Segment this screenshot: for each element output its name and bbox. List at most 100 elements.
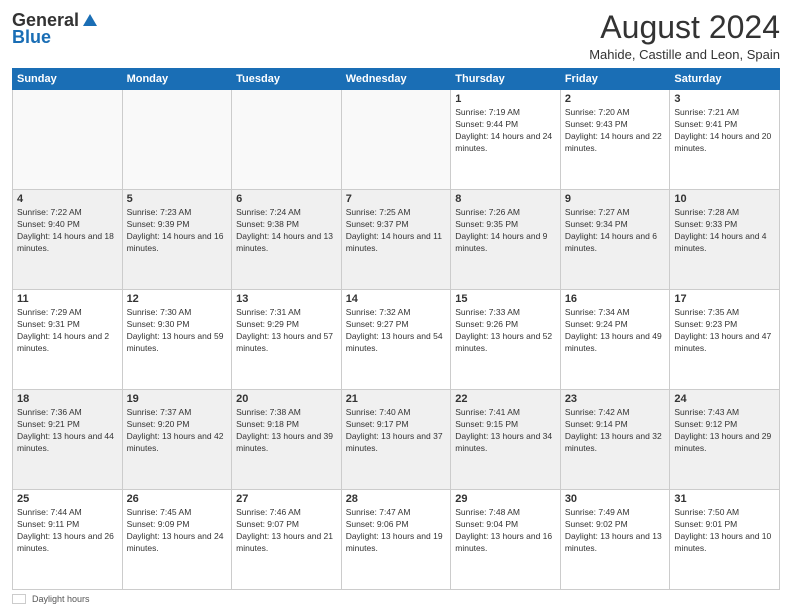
day-info: Sunrise: 7:31 AMSunset: 9:29 PMDaylight:… bbox=[236, 307, 337, 355]
logo: General Blue bbox=[12, 10, 99, 48]
day-header-wednesday: Wednesday bbox=[341, 69, 451, 90]
day-info: Sunrise: 7:50 AMSunset: 9:01 PMDaylight:… bbox=[674, 507, 775, 555]
day-number: 12 bbox=[127, 293, 228, 305]
calendar-cell: 18Sunrise: 7:36 AMSunset: 9:21 PMDayligh… bbox=[13, 390, 123, 490]
footer-box bbox=[12, 594, 26, 604]
day-number: 30 bbox=[565, 493, 666, 505]
day-info: Sunrise: 7:46 AMSunset: 9:07 PMDaylight:… bbox=[236, 507, 337, 555]
footer-label: Daylight hours bbox=[32, 594, 90, 604]
calendar-cell: 12 Sunrise: 7:30 AMSunset: 9:30 PMDayligh… bbox=[122, 290, 232, 390]
day-header-sunday: Sunday bbox=[13, 69, 123, 90]
day-info: Sunrise: 7:22 AMSunset: 9:40 PMDaylight:… bbox=[17, 207, 118, 255]
day-number: 26 bbox=[127, 493, 228, 505]
day-info: Sunrise: 7:23 AMSunset: 9:39 PMDaylight:… bbox=[127, 207, 228, 255]
calendar-cell: 4 Sunrise: 7:22 AMSunset: 9:40 PMDaylight… bbox=[13, 190, 123, 290]
month-title: August 2024 bbox=[589, 10, 780, 45]
day-number: 3 bbox=[674, 93, 775, 105]
calendar-cell: 22 Sunrise: 7:41 AMSunset: 9:15 PMDayligh… bbox=[451, 390, 561, 490]
calendar-week-row: 18Sunrise: 7:36 AMSunset: 9:21 PMDayligh… bbox=[13, 390, 780, 490]
calendar-cell: 14 Sunrise: 7:32 AMSunset: 9:27 PMDayligh… bbox=[341, 290, 451, 390]
day-info: Sunrise: 7:49 AMSunset: 9:02 PMDaylight:… bbox=[565, 507, 666, 555]
calendar-cell: 27 Sunrise: 7:46 AMSunset: 9:07 PMDayligh… bbox=[232, 490, 342, 590]
calendar-cell: 21 Sunrise: 7:40 AMSunset: 9:17 PMDayligh… bbox=[341, 390, 451, 490]
day-info: Sunrise: 7:47 AMSunset: 9:06 PMDaylight:… bbox=[346, 507, 447, 555]
calendar-cell: 30 Sunrise: 7:49 AMSunset: 9:02 PMDayligh… bbox=[560, 490, 670, 590]
calendar-cell: 20 Sunrise: 7:38 AMSunset: 9:18 PMDayligh… bbox=[232, 390, 342, 490]
calendar-cell: 1 Sunrise: 7:19 AMSunset: 9:44 PMDaylight… bbox=[451, 90, 561, 190]
calendar-cell: 29 Sunrise: 7:48 AMSunset: 9:04 PMDayligh… bbox=[451, 490, 561, 590]
calendar-cell: 5 Sunrise: 7:23 AMSunset: 9:39 PMDaylight… bbox=[122, 190, 232, 290]
location-subtitle: Mahide, Castille and Leon, Spain bbox=[589, 47, 780, 62]
calendar-cell: 19Sunrise: 7:37 AMSunset: 9:20 PMDayligh… bbox=[122, 390, 232, 490]
day-info: Sunrise: 7:34 AMSunset: 9:24 PMDaylight:… bbox=[565, 307, 666, 355]
calendar-cell: 13 Sunrise: 7:31 AMSunset: 9:29 PMDayligh… bbox=[232, 290, 342, 390]
calendar-week-row: 25Sunrise: 7:44 AMSunset: 9:11 PMDayligh… bbox=[13, 490, 780, 590]
day-number: 18 bbox=[17, 393, 118, 405]
logo-icon bbox=[81, 12, 99, 30]
day-number: 27 bbox=[236, 493, 337, 505]
day-header-monday: Monday bbox=[122, 69, 232, 90]
day-info: Sunrise: 7:35 AMSunset: 9:23 PMDaylight:… bbox=[674, 307, 775, 355]
day-info: Sunrise: 7:26 AMSunset: 9:35 PMDaylight:… bbox=[455, 207, 556, 255]
day-info: Sunrise: 7:32 AMSunset: 9:27 PMDaylight:… bbox=[346, 307, 447, 355]
day-info: Sunrise: 7:48 AMSunset: 9:04 PMDaylight:… bbox=[455, 507, 556, 555]
calendar-cell: 16 Sunrise: 7:34 AMSunset: 9:24 PMDayligh… bbox=[560, 290, 670, 390]
day-number: 25 bbox=[17, 493, 118, 505]
calendar-cell: 11 Sunrise: 7:29 AMSunset: 9:31 PMDayligh… bbox=[13, 290, 123, 390]
day-info: Sunrise: 7:19 AMSunset: 9:44 PMDaylight:… bbox=[455, 107, 556, 155]
calendar-cell: 15 Sunrise: 7:33 AMSunset: 9:26 PMDayligh… bbox=[451, 290, 561, 390]
day-number: 15 bbox=[455, 293, 556, 305]
calendar-week-row: 1 Sunrise: 7:19 AMSunset: 9:44 PMDaylight… bbox=[13, 90, 780, 190]
day-number: 17 bbox=[674, 293, 775, 305]
day-number: 8 bbox=[455, 193, 556, 205]
day-number: 7 bbox=[346, 193, 447, 205]
day-info: Sunrise: 7:29 AMSunset: 9:31 PMDaylight:… bbox=[17, 307, 118, 355]
header-row: SundayMondayTuesdayWednesdayThursdayFrid… bbox=[13, 69, 780, 90]
calendar-cell: 28Sunrise: 7:47 AMSunset: 9:06 PMDayligh… bbox=[341, 490, 451, 590]
day-number: 22 bbox=[455, 393, 556, 405]
day-info: Sunrise: 7:20 AMSunset: 9:43 PMDaylight:… bbox=[565, 107, 666, 155]
day-info: Sunrise: 7:25 AMSunset: 9:37 PMDaylight:… bbox=[346, 207, 447, 255]
day-header-tuesday: Tuesday bbox=[232, 69, 342, 90]
day-number: 29 bbox=[455, 493, 556, 505]
day-header-friday: Friday bbox=[560, 69, 670, 90]
calendar-cell: 17 Sunrise: 7:35 AMSunset: 9:23 PMDayligh… bbox=[670, 290, 780, 390]
day-number: 13 bbox=[236, 293, 337, 305]
day-number: 1 bbox=[455, 93, 556, 105]
day-number: 20 bbox=[236, 393, 337, 405]
day-number: 14 bbox=[346, 293, 447, 305]
page: General Blue August 2024 Mahide, Castill… bbox=[0, 0, 792, 612]
day-number: 4 bbox=[17, 193, 118, 205]
calendar-cell: 31 Sunrise: 7:50 AMSunset: 9:01 PMDayligh… bbox=[670, 490, 780, 590]
calendar-cell: 23Sunrise: 7:42 AMSunset: 9:14 PMDayligh… bbox=[560, 390, 670, 490]
day-info: Sunrise: 7:38 AMSunset: 9:18 PMDaylight:… bbox=[236, 407, 337, 455]
day-number: 10 bbox=[674, 193, 775, 205]
calendar-table: SundayMondayTuesdayWednesdayThursdayFrid… bbox=[12, 68, 780, 590]
day-number: 24 bbox=[674, 393, 775, 405]
day-info: Sunrise: 7:42 AMSunset: 9:14 PMDaylight:… bbox=[565, 407, 666, 455]
day-info: Sunrise: 7:43 AMSunset: 9:12 PMDaylight:… bbox=[674, 407, 775, 455]
day-info: Sunrise: 7:40 AMSunset: 9:17 PMDaylight:… bbox=[346, 407, 447, 455]
calendar-week-row: 11 Sunrise: 7:29 AMSunset: 9:31 PMDayligh… bbox=[13, 290, 780, 390]
calendar-cell: 26Sunrise: 7:45 AMSunset: 9:09 PMDayligh… bbox=[122, 490, 232, 590]
day-info: Sunrise: 7:33 AMSunset: 9:26 PMDaylight:… bbox=[455, 307, 556, 355]
calendar-cell: 25Sunrise: 7:44 AMSunset: 9:11 PMDayligh… bbox=[13, 490, 123, 590]
calendar-cell bbox=[341, 90, 451, 190]
calendar-cell: 8 Sunrise: 7:26 AMSunset: 9:35 PMDaylight… bbox=[451, 190, 561, 290]
title-area: August 2024 Mahide, Castille and Leon, S… bbox=[589, 10, 780, 62]
day-number: 31 bbox=[674, 493, 775, 505]
calendar-cell: 6 Sunrise: 7:24 AMSunset: 9:38 PMDaylight… bbox=[232, 190, 342, 290]
day-info: Sunrise: 7:28 AMSunset: 9:33 PMDaylight:… bbox=[674, 207, 775, 255]
day-number: 11 bbox=[17, 293, 118, 305]
day-number: 5 bbox=[127, 193, 228, 205]
day-header-saturday: Saturday bbox=[670, 69, 780, 90]
day-info: Sunrise: 7:30 AMSunset: 9:30 PMDaylight:… bbox=[127, 307, 228, 355]
day-number: 6 bbox=[236, 193, 337, 205]
day-number: 21 bbox=[346, 393, 447, 405]
day-info: Sunrise: 7:24 AMSunset: 9:38 PMDaylight:… bbox=[236, 207, 337, 255]
calendar-cell: 7 Sunrise: 7:25 AMSunset: 9:37 PMDaylight… bbox=[341, 190, 451, 290]
day-number: 2 bbox=[565, 93, 666, 105]
calendar-cell bbox=[122, 90, 232, 190]
day-number: 16 bbox=[565, 293, 666, 305]
day-info: Sunrise: 7:41 AMSunset: 9:15 PMDaylight:… bbox=[455, 407, 556, 455]
